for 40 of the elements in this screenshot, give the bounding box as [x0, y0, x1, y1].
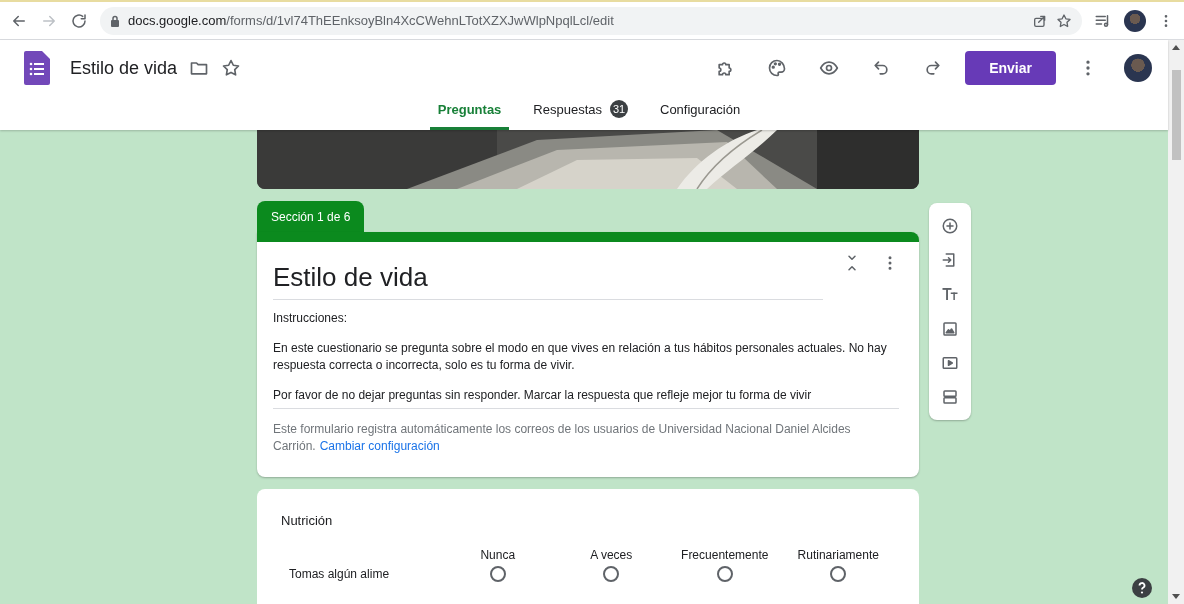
scroll-down-icon[interactable] [1172, 594, 1180, 600]
url-text: docs.google.com/forms/d/1vl74ThEEnksoyBln4XcCWehnLTotXZXJwWlpNpqlLcl/edit [128, 13, 614, 28]
eye-icon[interactable] [819, 58, 840, 78]
add-circle-icon[interactable] [941, 217, 959, 236]
section-icon[interactable] [941, 387, 959, 406]
email-notice: Este formulario registra automáticamente los correos de los usuarios de Universidad Nacional Daniel Alcides Carrión. Cambiar configuración [273, 421, 852, 455]
radio-button[interactable] [716, 566, 733, 582]
forms-logo-icon[interactable] [24, 51, 50, 85]
scroll-thumb[interactable] [1171, 70, 1181, 160]
radio-button[interactable] [830, 566, 847, 582]
description-paragraph: Instrucciones: [273, 310, 349, 327]
palette-icon[interactable] [767, 58, 788, 78]
column-label: A veces [589, 548, 634, 562]
column-label: Rutinariamente [796, 548, 880, 562]
image-icon[interactable] [941, 319, 959, 338]
star-icon[interactable] [221, 58, 242, 78]
count-badge: 31 [610, 100, 628, 118]
profile-avatar[interactable] [1124, 54, 1152, 82]
column-label: Frecuentemente [680, 548, 770, 562]
settings-link[interactable]: Cambiar configuración [319, 439, 440, 453]
profile-avatar[interactable] [1124, 9, 1146, 32]
scroll-up-icon[interactable] [1172, 44, 1180, 50]
section-title[interactable]: Estilo de vida [273, 254, 823, 300]
description-paragraph: En este cuestionario se pregunta sobre el modo en que vives en relación a tus hábitos personales actuales. No hay respuesta correcta o incorrecta, solo es tu forma de vivir. [273, 340, 888, 374]
question-title: Nutrición [281, 513, 334, 528]
send-button[interactable]: Enviar [965, 51, 1056, 85]
radio-button[interactable] [489, 566, 506, 582]
lock-icon [110, 14, 120, 27]
column-label: Nunca [479, 548, 517, 562]
address-bar[interactable]: docs.google.com/forms/d/1vl74ThEEnksoyBln4XcCWehnLTotXZXJwWlpNpqlLcl/edit [100, 6, 1082, 35]
star-icon[interactable] [1056, 12, 1072, 29]
form-title[interactable]: Estilo de vida [70, 57, 178, 79]
reload-icon[interactable] [70, 11, 88, 30]
tab[interactable]: Respuestas 31 [525, 96, 636, 130]
help-icon[interactable] [1132, 578, 1152, 598]
tab[interactable]: Configuración [652, 96, 749, 130]
description-paragraph: Por favor de no dejar preguntas sin responder. Marcar la respuesta que refleje mejor tu forma de vivir [273, 387, 813, 404]
row-label: Tomas algún alime [288, 567, 391, 581]
radio-button[interactable] [603, 566, 620, 582]
scrollbar[interactable] [1168, 40, 1184, 604]
